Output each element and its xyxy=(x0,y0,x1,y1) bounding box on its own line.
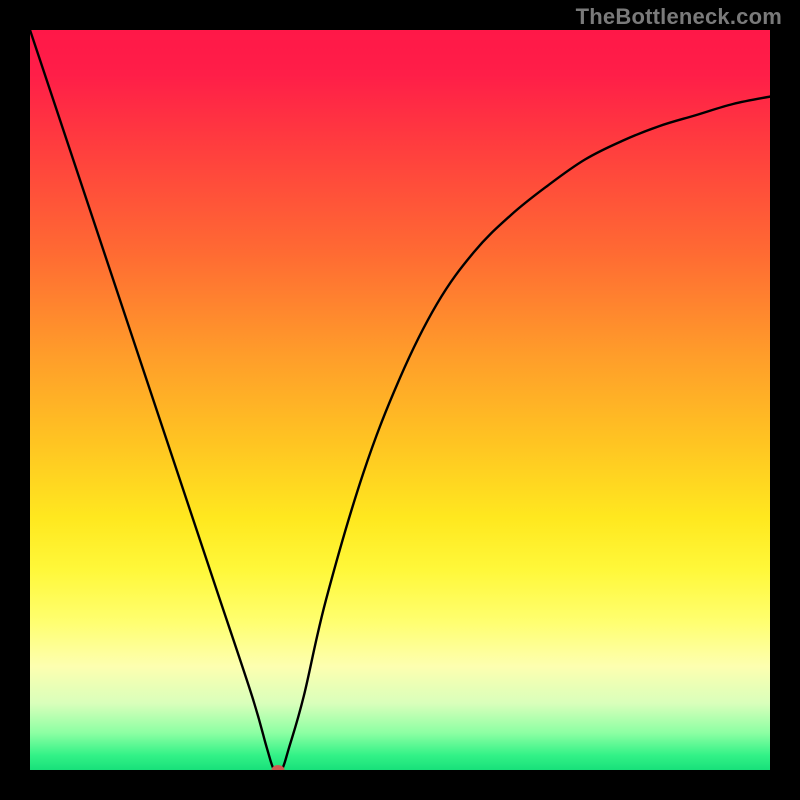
bottleneck-marker xyxy=(271,765,284,770)
plot-area xyxy=(30,30,770,770)
bottleneck-curve xyxy=(30,30,770,770)
chart-frame: TheBottleneck.com xyxy=(0,0,800,800)
watermark-text: TheBottleneck.com xyxy=(576,4,782,30)
